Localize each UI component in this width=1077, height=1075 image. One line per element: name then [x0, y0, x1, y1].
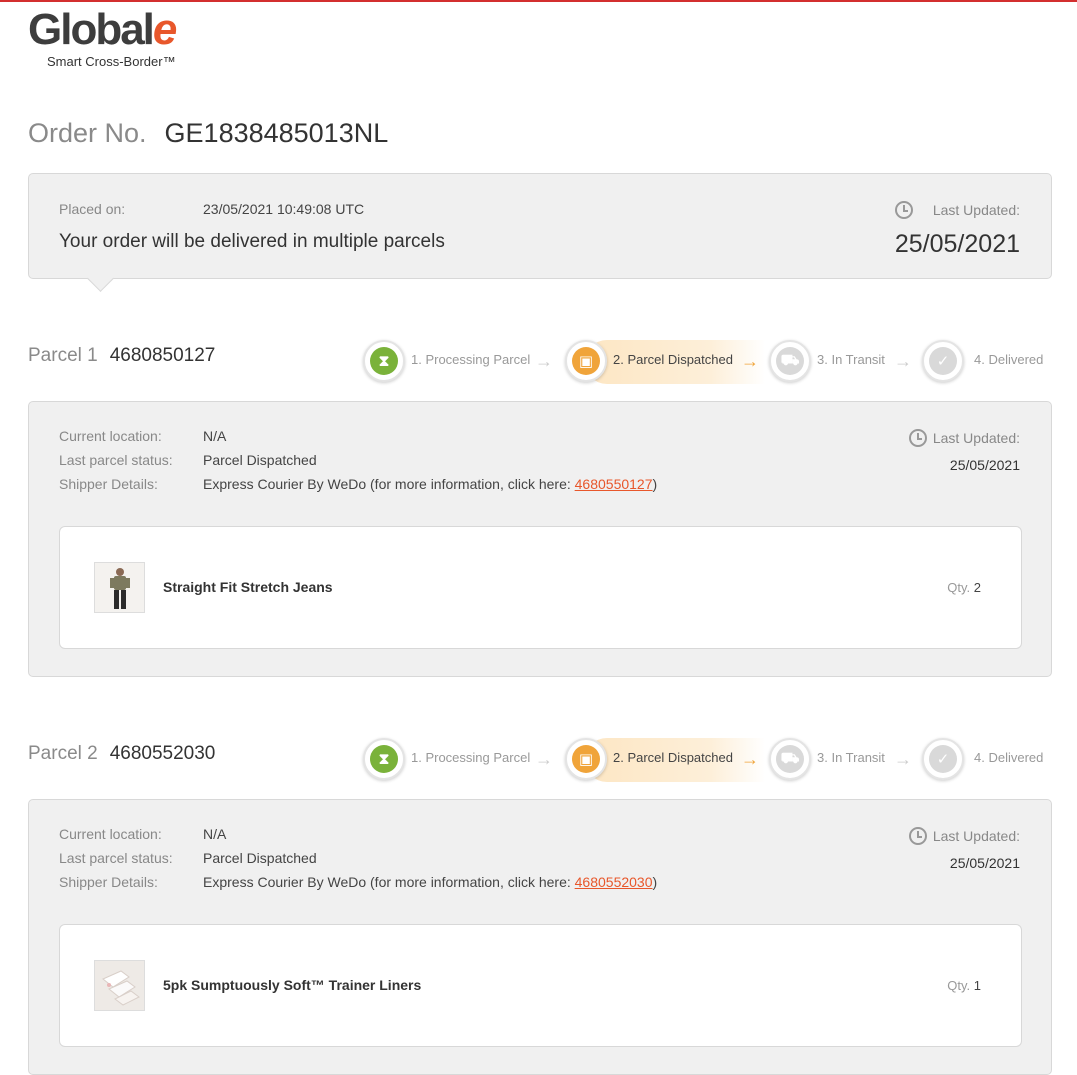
- item-card: 5pk Sumptuously Soft™ Trainer Liners Qty…: [59, 924, 1022, 1047]
- parcel-last-updated-date: 25/05/2021: [949, 855, 1020, 871]
- item-card: Straight Fit Stretch Jeans Qty. 2: [59, 526, 1022, 649]
- product-thumbnail: [94, 562, 145, 613]
- logo-tagline: Smart Cross-Border™: [47, 54, 176, 69]
- step-in-transit: ⛟: [769, 738, 811, 780]
- qty-label: Qty.: [947, 580, 971, 595]
- shipper-details: Express Courier By WeDo (for more inform…: [203, 476, 657, 492]
- step-processing: ⧗: [363, 738, 405, 780]
- last-status-value: Parcel Dispatched: [203, 452, 317, 468]
- parcel-last-updated-date: 25/05/2021: [949, 457, 1020, 473]
- current-location-label: Current location:: [59, 428, 162, 444]
- shipper-close: ): [652, 874, 658, 890]
- parcel-heading: Parcel 1 4680850127: [28, 345, 215, 367]
- order-summary: Placed on: 23/05/2021 10:49:08 UTC Your …: [28, 173, 1052, 279]
- qty-value: 2: [973, 580, 981, 595]
- step-processing: ⧗: [363, 340, 405, 382]
- step-delivered: ✓: [922, 340, 964, 382]
- shipper-label: Shipper Details:: [59, 874, 158, 890]
- parcel-label: Parcel 1: [28, 345, 98, 366]
- tracking-link[interactable]: 4680552030: [575, 874, 653, 890]
- box-icon: ▣: [572, 347, 600, 375]
- step-in-transit-label: 3. In Transit: [817, 352, 885, 367]
- current-location-value: N/A: [203, 826, 227, 842]
- order-heading: Order No. GE1838485013NL: [28, 118, 388, 149]
- step-in-transit: ⛟: [769, 340, 811, 382]
- arrow-right-icon: →: [894, 749, 912, 769]
- box-icon: ▣: [572, 745, 600, 773]
- shipper-details: Express Courier By WeDo (for more inform…: [203, 874, 657, 890]
- step-in-transit-label: 3. In Transit: [817, 750, 885, 765]
- check-icon: ✓: [929, 347, 957, 375]
- placed-on-label: Placed on:: [59, 201, 126, 217]
- last-updated-label: Last Updated:: [932, 202, 1020, 218]
- step-delivered: ✓: [922, 738, 964, 780]
- step-processing-label: 1. Processing Parcel: [411, 750, 531, 765]
- parcel-last-updated-label: Last Updated:: [932, 828, 1020, 844]
- step-delivered-label: 4. Delivered: [974, 750, 1044, 765]
- delivery-message: Your order will be delivered in multiple…: [59, 231, 445, 252]
- shipper-text: Express Courier By WeDo (for more inform…: [203, 874, 575, 890]
- arrow-right-icon: →: [535, 351, 553, 371]
- parcel-last-updated: Last Updated:: [908, 428, 1020, 447]
- parcel-number: 4680850127: [109, 345, 216, 366]
- step-dispatched-label: 2. Parcel Dispatched: [613, 352, 733, 367]
- hourglass-icon: ⧗: [370, 745, 398, 773]
- globale-logo: Globale Smart Cross-Border™: [28, 5, 178, 70]
- parcel-label: Parcel 2: [28, 743, 98, 764]
- check-icon: ✓: [929, 745, 957, 773]
- clock-icon: [908, 428, 927, 447]
- step-dispatched-label: 2. Parcel Dispatched: [613, 750, 733, 765]
- truck-icon: ⛟: [776, 745, 804, 773]
- arrow-right-icon: →: [894, 351, 912, 371]
- step-dispatched: ▣: [565, 738, 607, 780]
- product-thumbnail: [94, 960, 145, 1011]
- clock-icon: [894, 200, 913, 219]
- current-location-value: N/A: [203, 428, 227, 444]
- qty-label: Qty.: [947, 978, 971, 993]
- item-name: 5pk Sumptuously Soft™ Trainer Liners: [163, 977, 422, 993]
- shipper-close: ): [652, 476, 658, 492]
- logo-e-mark: e: [152, 5, 178, 54]
- logo-wordmark: Global: [28, 5, 155, 54]
- shipper-label: Shipper Details:: [59, 476, 158, 492]
- current-location-label: Current location:: [59, 826, 162, 842]
- order-number: GE1838485013NL: [164, 118, 389, 148]
- arrow-right-icon: →: [741, 749, 759, 769]
- last-status-label: Last parcel status:: [59, 452, 173, 468]
- item-quantity: Qty. 2: [947, 580, 981, 595]
- parcel-details: Current location: N/A Last parcel status…: [28, 401, 1052, 677]
- qty-value: 1: [973, 978, 981, 993]
- step-delivered-label: 4. Delivered: [974, 352, 1044, 367]
- hourglass-icon: ⧗: [370, 347, 398, 375]
- arrow-right-icon: →: [741, 351, 759, 371]
- tracking-link[interactable]: 4680550127: [575, 476, 653, 492]
- order-label: Order No.: [28, 118, 147, 148]
- step-processing-label: 1. Processing Parcel: [411, 352, 531, 367]
- parcel-last-updated: Last Updated:: [908, 826, 1020, 845]
- shipper-text: Express Courier By WeDo (for more inform…: [203, 476, 575, 492]
- last-status-value: Parcel Dispatched: [203, 850, 317, 866]
- item-name: Straight Fit Stretch Jeans: [163, 579, 333, 595]
- summary-last-updated-date: 25/05/2021: [894, 230, 1020, 258]
- truck-icon: ⛟: [776, 347, 804, 375]
- arrow-right-icon: →: [535, 749, 553, 769]
- parcel-last-updated-label: Last Updated:: [932, 430, 1020, 446]
- progress-steps: ⧗ 1. Processing Parcel → ▣ 2. Parcel Dis…: [363, 738, 1053, 782]
- last-status-label: Last parcel status:: [59, 850, 173, 866]
- parcel-number: 4680552030: [109, 743, 216, 764]
- parcel-details: Current location: N/A Last parcel status…: [28, 799, 1052, 1075]
- progress-steps: ⧗ 1. Processing Parcel → ▣ 2. Parcel Dis…: [363, 340, 1053, 384]
- parcel-heading: Parcel 2 4680552030: [28, 743, 215, 765]
- summary-last-updated: Last Updated:: [894, 200, 1020, 219]
- item-quantity: Qty. 1: [947, 978, 981, 993]
- placed-on-value: 23/05/2021 10:49:08 UTC: [203, 201, 365, 217]
- clock-icon: [908, 826, 927, 845]
- step-dispatched: ▣: [565, 340, 607, 382]
